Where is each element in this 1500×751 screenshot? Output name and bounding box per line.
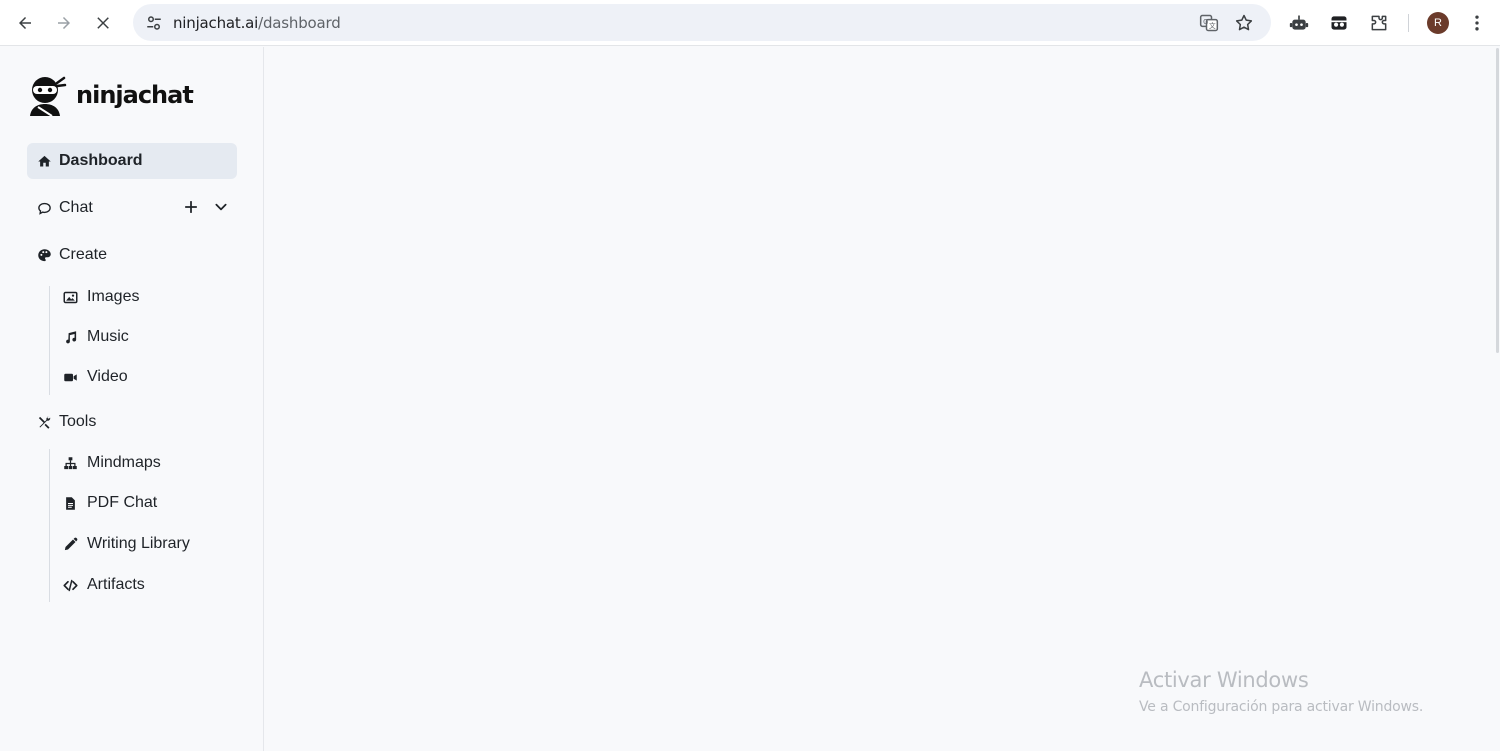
create-submenu: Images Music Video bbox=[49, 286, 139, 395]
pencil-icon bbox=[62, 536, 78, 552]
nav-video-label: Video bbox=[87, 368, 128, 385]
chat-bubble-icon bbox=[36, 200, 52, 216]
logo-text: ninjachat bbox=[76, 81, 194, 109]
nav-pdf-chat[interactable]: PDF Chat bbox=[62, 488, 157, 518]
sidebar: ninjachat Dashboard Chat Create Images M… bbox=[0, 47, 264, 751]
nav-mindmaps-label: Mindmaps bbox=[87, 454, 161, 471]
translate-icon[interactable]: G 文 bbox=[1197, 11, 1221, 35]
video-camera-icon bbox=[62, 369, 78, 385]
nav-pdf-chat-label: PDF Chat bbox=[87, 494, 158, 511]
url-path: /dashboard bbox=[258, 14, 341, 32]
url-text[interactable]: ninjachat.ai/dashboard bbox=[173, 14, 341, 32]
new-chat-plus-icon[interactable] bbox=[183, 199, 199, 215]
svg-text:文: 文 bbox=[1209, 21, 1216, 30]
windows-activation-watermark: Activar Windows Ve a Configuración para … bbox=[1139, 668, 1423, 715]
arrow-right-icon bbox=[58, 17, 70, 29]
svg-text:G: G bbox=[1203, 18, 1208, 26]
app-logo[interactable]: ninjachat bbox=[26, 74, 194, 116]
nav-chat-label: Chat bbox=[59, 199, 93, 216]
extensions-puzzle-icon[interactable] bbox=[1367, 11, 1391, 35]
music-note-icon bbox=[62, 329, 78, 345]
nav-create[interactable]: Create bbox=[27, 237, 237, 273]
arrow-left-icon bbox=[19, 17, 31, 29]
stop-loading-button[interactable] bbox=[89, 9, 117, 37]
nav-writing-library[interactable]: Writing Library bbox=[62, 529, 190, 559]
image-icon bbox=[62, 289, 78, 305]
home-icon bbox=[36, 153, 52, 169]
tools-icon bbox=[36, 414, 52, 430]
site-info-button[interactable] bbox=[141, 10, 167, 36]
nav-music-label: Music bbox=[87, 328, 129, 345]
chevron-down-icon[interactable] bbox=[213, 199, 229, 215]
nav-video[interactable]: Video bbox=[62, 362, 128, 392]
nav-dashboard[interactable]: Dashboard bbox=[27, 143, 237, 179]
tune-icon bbox=[147, 16, 161, 30]
bookmark-star-icon[interactable] bbox=[1232, 11, 1256, 35]
robot-extension-icon[interactable] bbox=[1287, 11, 1311, 35]
browser-toolbar: ninjachat.ai/dashboard G 文 R bbox=[0, 0, 1500, 46]
toolbar-divider bbox=[1408, 14, 1409, 32]
back-button[interactable] bbox=[11, 9, 39, 37]
nav-tools-label: Tools bbox=[59, 413, 97, 430]
nav-chat[interactable]: Chat bbox=[27, 190, 237, 226]
nav-images[interactable]: Images bbox=[62, 282, 139, 312]
nav-artifacts-label: Artifacts bbox=[87, 576, 145, 593]
incognito-extension-icon[interactable] bbox=[1327, 11, 1351, 35]
close-icon bbox=[97, 17, 109, 29]
page-scrollbar[interactable] bbox=[1496, 48, 1499, 353]
nav-mindmaps[interactable]: Mindmaps bbox=[62, 448, 161, 478]
sitemap-icon bbox=[62, 455, 78, 471]
ninja-logo-icon bbox=[30, 76, 67, 116]
profile-avatar[interactable]: R bbox=[1427, 12, 1449, 34]
address-bar[interactable]: ninjachat.ai/dashboard G 文 bbox=[133, 4, 1271, 41]
main-content bbox=[265, 47, 1500, 751]
tools-submenu: Mindmaps PDF Chat Writing Library Artifa… bbox=[49, 449, 190, 602]
nav-artifacts[interactable]: Artifacts bbox=[62, 570, 145, 600]
palette-icon bbox=[36, 247, 52, 263]
nav-tools[interactable]: Tools bbox=[27, 404, 237, 440]
nav-music[interactable]: Music bbox=[62, 322, 129, 352]
nav-writing-library-label: Writing Library bbox=[87, 535, 190, 552]
code-icon bbox=[62, 577, 78, 593]
nav-dashboard-label: Dashboard bbox=[59, 152, 143, 169]
forward-button[interactable] bbox=[50, 9, 78, 37]
nav-create-label: Create bbox=[59, 246, 108, 263]
file-text-icon bbox=[62, 495, 78, 511]
watermark-subtitle: Ve a Configuración para activar Windows. bbox=[1139, 699, 1424, 715]
more-vert-icon[interactable] bbox=[1465, 11, 1489, 35]
url-host: ninjachat.ai bbox=[173, 14, 259, 32]
watermark-title: Activar Windows bbox=[1139, 668, 1309, 692]
nav-images-label: Images bbox=[87, 288, 140, 305]
